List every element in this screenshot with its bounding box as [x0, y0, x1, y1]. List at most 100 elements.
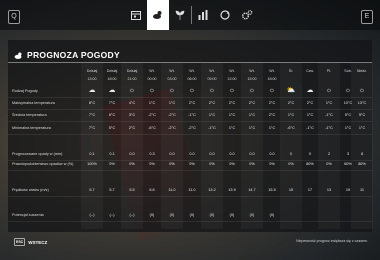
table-cell: (0): [189, 213, 195, 217]
column-time: 00:00: [147, 77, 157, 81]
row-divider: [8, 196, 372, 197]
table-cell: 0.0: [249, 152, 255, 156]
table-cell: 2°C: [128, 126, 136, 130]
table-cell: 0%: [109, 162, 115, 166]
tab-settings[interactable]: [236, 0, 258, 30]
row-divider: [8, 109, 372, 110]
column-time: 12:00: [227, 77, 237, 81]
tab-weather[interactable]: [147, 0, 169, 30]
table-cell: 11.0: [168, 188, 176, 192]
row-divider: [8, 97, 372, 98]
table-cell: 8: [360, 152, 364, 156]
column-day: Niedz.: [356, 69, 368, 73]
menu-tabs: [125, 0, 258, 30]
sun-icon: ☼: [148, 87, 156, 94]
table-cell: 15.5: [268, 188, 276, 192]
table-cell: 0%: [326, 162, 332, 166]
table-cell: 1°C: [287, 113, 295, 117]
table-cell: (--): [129, 213, 135, 217]
table-cell: 0: [308, 152, 312, 156]
table-cell: 5°C: [108, 126, 116, 130]
table-cell: 0.0: [189, 152, 195, 156]
back-button[interactable]: ESC WSTECZ: [14, 238, 47, 246]
table-cell: -2°C: [188, 126, 196, 130]
column-time: 13:00: [87, 77, 97, 81]
table-cell: 0.1: [109, 152, 115, 156]
table-cell: 5.7: [109, 188, 115, 192]
table-cell: 0.0: [129, 152, 135, 156]
weather-icon: [14, 52, 22, 59]
sun-icon: ☼: [208, 87, 216, 94]
table-cell: 2°C: [268, 113, 276, 117]
page-title-text: PROGNOZA POGODY: [27, 50, 120, 60]
table-cell: 13: [326, 188, 332, 192]
table-cell: (0): [149, 213, 155, 217]
row-divider: [8, 221, 372, 222]
weather-icon: [153, 11, 162, 19]
cycle-icon: [220, 10, 230, 20]
table-cell: 0: [289, 152, 293, 156]
table-cell: 100%: [87, 162, 97, 166]
tab-prices[interactable]: [192, 0, 214, 30]
next-tab-key[interactable]: E: [361, 10, 373, 24]
column-day: Wt.: [269, 69, 275, 73]
table-cell: 0%: [149, 162, 155, 166]
row-label: Potencjał suszenia: [12, 213, 44, 217]
column-day: Pt.: [326, 69, 332, 73]
sun-icon: ☼: [248, 87, 256, 94]
table-cell: 0%: [269, 162, 275, 166]
column-day: Śr.: [288, 69, 294, 73]
tab-crops[interactable]: [169, 0, 191, 30]
row-divider: [8, 121, 372, 122]
table-cell: 13.2: [208, 188, 216, 192]
gears-icon: [242, 10, 253, 20]
column-day: Wt.: [209, 69, 215, 73]
column-day: Dzisiaj: [86, 69, 98, 73]
table-cell: 0%: [169, 162, 175, 166]
calendar-icon: [131, 11, 141, 20]
table-cell: (--): [89, 213, 95, 217]
row-label: Prognozowane opady w (mm): [12, 152, 63, 156]
table-cell: (0): [249, 213, 255, 217]
row-label: Rodzaj Pogody: [12, 89, 38, 93]
table-cell: (0): [169, 213, 175, 217]
table-cell: -1°C: [208, 126, 216, 130]
column-day: Czw.: [306, 69, 314, 73]
table-cell: 1°C: [228, 113, 236, 117]
table-cell: 0%: [288, 162, 294, 166]
esc-key: ESC: [14, 238, 26, 246]
sun-icon: ☼: [358, 87, 366, 94]
tab-calendar[interactable]: [125, 0, 147, 30]
plant-icon: [175, 10, 185, 20]
row-divider: [8, 134, 372, 135]
sun-icon: ☼: [128, 87, 136, 94]
forecast-uncertainty-note: Niepewność prognoz zwiększa się z czasem…: [296, 239, 368, 243]
prev-tab-key[interactable]: Q: [8, 10, 20, 24]
back-label: WSTECZ: [28, 239, 48, 245]
table-cell: 1°C: [148, 101, 156, 105]
table-cell: -6°C: [148, 126, 156, 130]
table-cell: 1°C: [208, 113, 216, 117]
table-cell: 1°C: [228, 126, 236, 130]
table-cell: 2°C: [268, 101, 276, 105]
table-cell: 3°C: [128, 113, 136, 117]
table-cell: 1°C: [306, 113, 314, 117]
cloud-icon: ☁: [88, 87, 96, 94]
table-cell: 11.0: [188, 188, 196, 192]
table-cell: 5°C: [358, 113, 366, 117]
table-cell: 0.0: [269, 152, 275, 156]
row-label: Prawdopodobieństwo opadów w (%): [12, 162, 74, 166]
cloud-icon: ☁: [306, 87, 314, 94]
table-cell: 0%: [189, 162, 195, 166]
table-cell: 2°C: [248, 101, 256, 105]
table-cell: 15: [288, 188, 294, 192]
column-day: Wt.: [169, 69, 175, 73]
table-cell: 2°C: [287, 101, 295, 105]
table-cell: 1°C: [248, 126, 256, 130]
table-cell: -2°C: [168, 113, 176, 117]
table-cell: 1°C: [248, 113, 256, 117]
cloud-icon: ☁: [108, 87, 116, 94]
table-cell: 13.9: [228, 188, 236, 192]
tab-cycle[interactable]: [214, 0, 236, 30]
table-cell: -2°C: [148, 113, 156, 117]
